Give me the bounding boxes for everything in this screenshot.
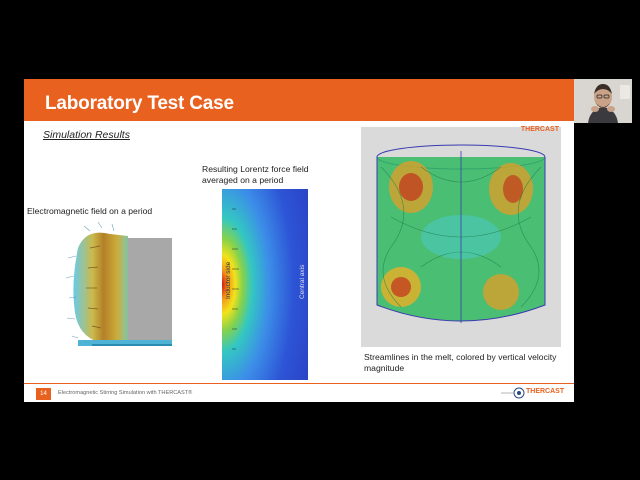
footer-logo: THERCAST	[501, 386, 571, 400]
streamlines-figure: THERCAST	[361, 126, 561, 347]
footer-logo-text: THERCAST	[526, 388, 565, 395]
streamlines-caption: Streamlines in the melt, colored by vert…	[364, 352, 557, 373]
lorentz-force-figure: Inductor side Central axis	[222, 189, 308, 380]
footer-text: Electromagnetic Stirring Simulation with…	[58, 390, 193, 396]
page-number: 14	[36, 388, 51, 400]
title-bar: Laboratory Test Case	[24, 79, 574, 121]
presentation-slide: Laboratory Test Case Simulation Results …	[24, 79, 574, 402]
em-field-figure	[65, 221, 172, 346]
streamlines-image	[361, 127, 561, 347]
central-axis-label: Central axis	[299, 264, 306, 299]
lorentz-caption: Resulting Lorentz force field averaged o…	[202, 164, 309, 185]
slide-subtitle: Simulation Results	[43, 129, 130, 141]
presenter-video	[574, 79, 632, 123]
presenter-webcam[interactable]	[574, 79, 632, 123]
slide-title: Laboratory Test Case	[45, 93, 234, 114]
em-field-caption: Electromagnetic field on a period	[27, 206, 153, 216]
footer-divider	[24, 383, 574, 384]
inductor-side-label: Inductor side	[225, 261, 232, 299]
thercast-logo: THERCAST	[520, 126, 559, 133]
